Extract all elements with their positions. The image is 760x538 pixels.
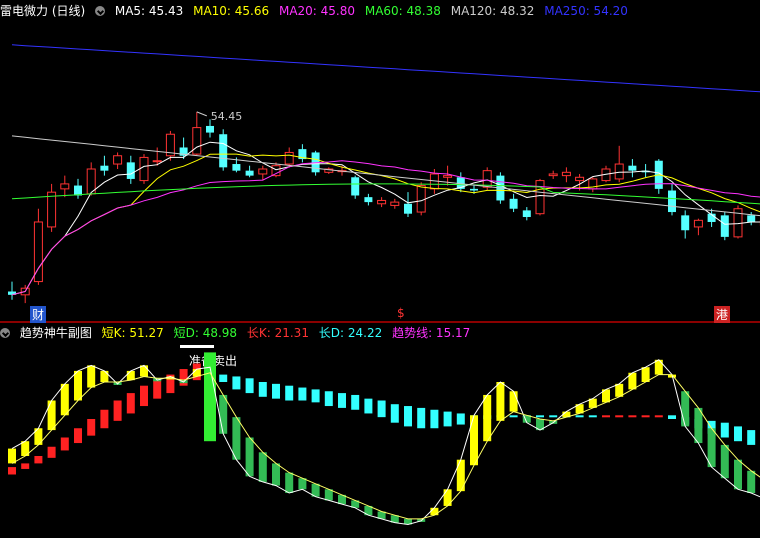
long-trend-bar	[100, 409, 109, 429]
long-trend-bar	[404, 406, 412, 427]
long-trend-bar	[258, 382, 267, 397]
short-trend-bar	[747, 470, 756, 493]
long-trend-bar	[417, 407, 426, 429]
long-trend-bar	[628, 415, 637, 418]
short-trend-bar	[509, 391, 518, 412]
long-trend-bar	[377, 400, 386, 418]
long-trend-bar	[179, 369, 188, 386]
long-trend-bar	[298, 387, 307, 401]
short-trend-bar	[734, 459, 742, 490]
short-trend-bar	[272, 463, 280, 486]
long-trend-bar	[430, 409, 439, 429]
long-trend-bar	[272, 383, 280, 399]
long-trend-bar	[47, 446, 56, 458]
short-trend-bar	[100, 370, 109, 382]
long-trend-bar	[351, 394, 360, 410]
short-trend-bar	[60, 383, 69, 416]
short-trend-bar	[285, 472, 294, 493]
short-trend-bar	[245, 437, 254, 477]
long-trend-bar	[311, 389, 320, 403]
short-trend-bar	[641, 367, 650, 382]
short-trend-bar	[496, 382, 505, 421]
short-trend-bar	[681, 391, 690, 427]
indicator-chart[interactable]	[0, 0, 760, 538]
long-trend-bar	[536, 415, 544, 418]
short-trend-bar	[720, 444, 729, 479]
long-trend-bar	[87, 419, 96, 436]
long-trend-bar	[338, 393, 346, 408]
short-trend-bar	[74, 370, 82, 401]
long-trend-bar	[575, 415, 584, 418]
long-trend-bar	[21, 463, 30, 469]
long-trend-bar	[654, 415, 663, 418]
short-trend-bar	[219, 394, 228, 434]
sell-signal-bar	[204, 352, 216, 442]
long-trend-bar	[324, 391, 333, 407]
long-trend-bar	[668, 415, 676, 419]
long-trend-bar	[126, 393, 135, 414]
short-k-line	[11, 359, 760, 526]
long-trend-bar	[245, 378, 254, 394]
long-trend-bar	[285, 385, 294, 401]
long-trend-bar	[364, 398, 373, 414]
short-trend-bar	[654, 359, 663, 375]
short-trend-bar	[483, 394, 492, 442]
long-trend-bar	[443, 411, 452, 427]
long-trend-bar	[232, 376, 241, 390]
long-trend-bar	[153, 380, 162, 399]
short-trend-bar	[47, 400, 56, 431]
short-d-line	[11, 372, 760, 520]
short-trend-bar	[470, 415, 478, 466]
long-trend-bar	[615, 415, 624, 418]
long-trend-bar	[588, 415, 597, 418]
long-trend-bar	[113, 400, 122, 421]
long-trend-bar	[456, 413, 465, 425]
long-trend-bar	[747, 430, 756, 445]
long-trend-bar	[734, 426, 742, 442]
long-trend-bar	[74, 428, 82, 444]
short-trend-bar	[87, 365, 96, 388]
short-trend-bar	[694, 407, 703, 444]
long-trend-bar	[641, 415, 650, 418]
long-trend-bar	[549, 415, 558, 418]
long-trend-bar	[390, 404, 399, 423]
short-trend-bar	[258, 452, 267, 482]
long-trend-bar	[60, 437, 69, 451]
long-trend-bar	[720, 422, 729, 438]
long-trend-bar	[219, 374, 228, 382]
long-trend-bar	[8, 467, 16, 475]
short-trend-bar	[8, 448, 16, 464]
long-trend-bar	[602, 415, 610, 418]
long-trend-bar	[140, 385, 148, 407]
short-trend-bar	[126, 370, 135, 381]
long-trend-bar	[34, 456, 43, 464]
short-trend-bar	[430, 507, 439, 516]
long-trend-bar	[509, 415, 518, 418]
